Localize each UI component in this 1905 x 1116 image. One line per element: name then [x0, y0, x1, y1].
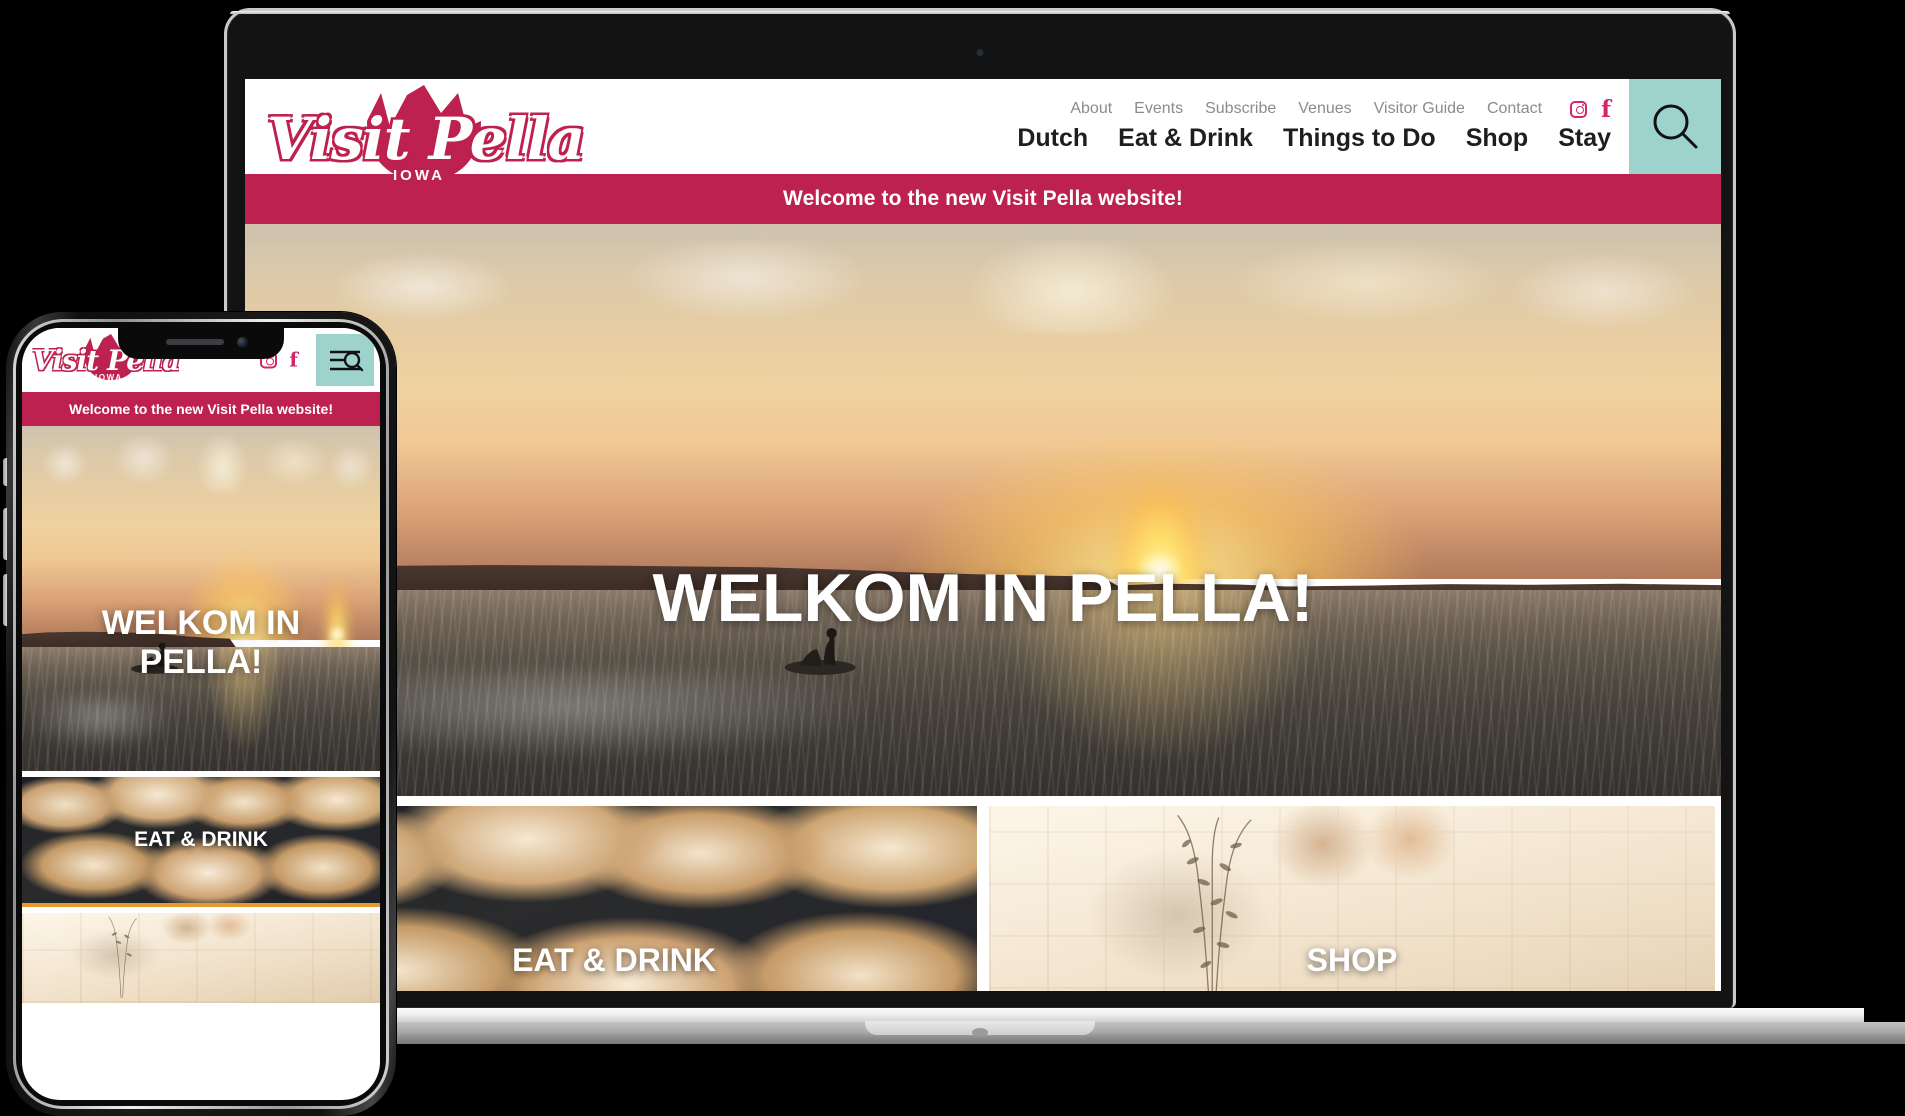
nav-link-visitor-guide[interactable]: Visitor Guide [1374, 100, 1465, 118]
nav-link-subscribe[interactable]: Subscribe [1205, 100, 1276, 118]
nav-link-things-to-do[interactable]: Things to Do [1283, 124, 1436, 153]
hamburger-search-icon [330, 350, 364, 372]
card-label-shop: SHOP [1306, 942, 1398, 978]
phone-screen: Visit Pella IOWA f Welcome to the new Vi… [22, 328, 380, 1100]
nav-link-stay[interactable]: Stay [1558, 124, 1611, 153]
mobile-menu-button[interactable] [316, 334, 374, 386]
hero-section: WELKOM IN PELLA! [245, 224, 1721, 796]
mobile-announcement-bar[interactable]: Welcome to the new Visit Pella website! [22, 392, 380, 426]
phone-mockup: Visit Pella IOWA f Welcome to the new Vi… [3, 312, 396, 1116]
hero-title-line-2: PELLA! [139, 643, 263, 682]
hero-title: WELKOM IN PELLA! [652, 560, 1314, 636]
phone-mute-switch[interactable] [3, 458, 7, 486]
laptop-trackpad-notch [972, 1028, 988, 1037]
card-label-eat-drink: EAT & DRINK [134, 828, 268, 851]
laptop-screen: Visit Pella IOWA About Events Subscribe … [245, 79, 1721, 991]
nav-link-contact[interactable]: Contact [1487, 100, 1542, 118]
utility-nav: About Events Subscribe Venues Visitor Gu… [1017, 98, 1611, 121]
nav-link-shop[interactable]: Shop [1466, 124, 1529, 153]
hero-clouds [22, 436, 380, 492]
nav-link-events[interactable]: Events [1134, 100, 1183, 118]
site-logo[interactable]: Visit Pella IOWA [267, 81, 585, 201]
front-camera-icon [237, 337, 248, 348]
site-header: Visit Pella IOWA About Events Subscribe … [245, 79, 1721, 184]
logo-state: IOWA [393, 167, 445, 184]
phone-volume-down-button[interactable] [3, 574, 7, 626]
earpiece-speaker [166, 339, 224, 345]
nav-link-venues[interactable]: Venues [1298, 100, 1351, 118]
social-links: f [1570, 98, 1611, 121]
phone-volume-up-button[interactable] [3, 508, 7, 560]
search-button[interactable] [1629, 79, 1721, 174]
laptop-webcam-icon [976, 49, 984, 56]
facebook-icon[interactable]: f [1601, 98, 1611, 121]
logo-wordmark: Visit Pella [267, 105, 585, 173]
branch-decor-icon [107, 916, 137, 998]
nav-link-about[interactable]: About [1070, 100, 1112, 118]
device-mockup-scene: Visit Pella IOWA About Events Subscribe … [0, 0, 1905, 1116]
hero-boat-spray [29, 695, 209, 771]
main-nav: Dutch Eat & Drink Things to Do Shop Stay [1017, 124, 1611, 153]
logo-state: IOWA [95, 373, 123, 382]
instagram-icon[interactable] [1570, 100, 1588, 118]
search-icon [1653, 104, 1698, 148]
laptop-mockup: Visit Pella IOWA About Events Subscribe … [40, 8, 1905, 1044]
nav-link-eat-drink[interactable]: Eat & Drink [1118, 124, 1253, 153]
facebook-icon[interactable]: f [289, 350, 298, 370]
header-nav: About Events Subscribe Venues Visitor Gu… [1017, 79, 1721, 174]
card-shop[interactable]: SHOP [989, 806, 1715, 991]
nav-link-dutch[interactable]: Dutch [1017, 124, 1088, 153]
mobile-hero-section: WELKOM IN PELLA! [22, 426, 380, 771]
hero-title-line-1: WELKOM IN [101, 604, 301, 642]
mobile-card-eat-and-drink[interactable]: EAT & DRINK [22, 777, 380, 903]
mobile-hero-title: WELKOM IN PELLA! [22, 604, 380, 682]
mobile-card-shop[interactable] [22, 913, 380, 1003]
laptop-lid: Visit Pella IOWA About Events Subscribe … [224, 8, 1736, 1008]
category-cards: EAT & DRINK SHOP [245, 796, 1721, 991]
phone-notch [118, 328, 284, 359]
hero-clouds [245, 241, 1721, 333]
